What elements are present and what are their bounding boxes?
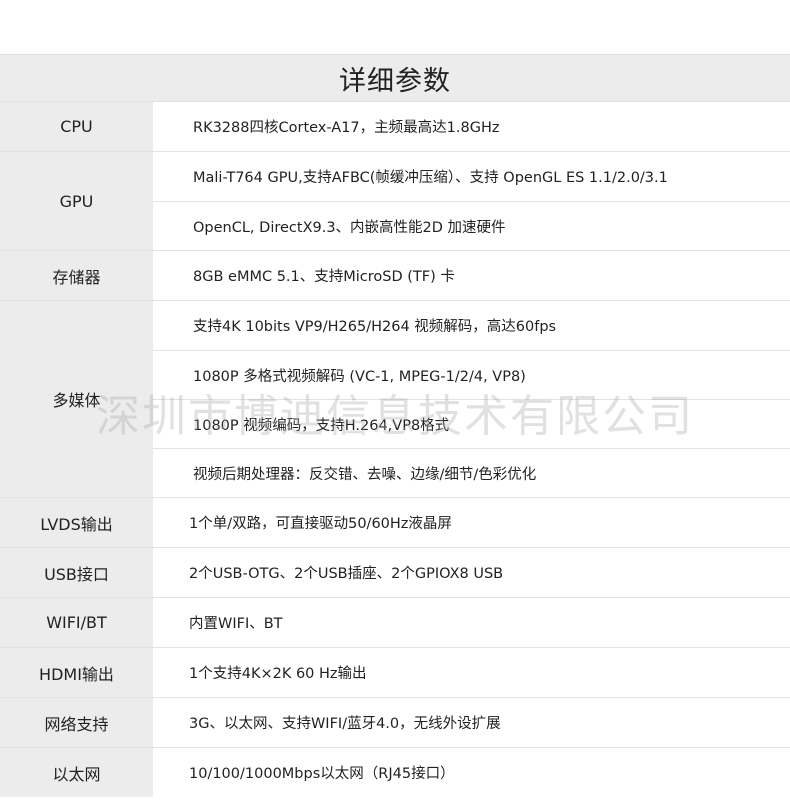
spec-values-usb-interface: 2个USB-OTG、2个USB插座、2个GPIOX8 USB (153, 548, 790, 597)
spec-row-usb-interface: USB接口 2个USB-OTG、2个USB插座、2个GPIOX8 USB (0, 547, 790, 597)
spec-values-cpu: RK3288四核Cortex-A17，主频最高达1.8GHz (153, 102, 790, 151)
spec-row-wifi-bt: WIFI/BT 内置WIFI、BT (0, 597, 790, 647)
spec-label-lvds-output: LVDS输出 (0, 498, 153, 547)
top-blank-area (0, 0, 790, 54)
spec-value-line: 1个单/双路，可直接驱动50/60Hz液晶屏 (189, 516, 452, 532)
spec-value-line: 1080P 多格式视频解码 (VC-1, MPEG-1/2/4, VP8) (153, 350, 790, 399)
spec-row-lvds-output: LVDS输出 1个单/双路，可直接驱动50/60Hz液晶屏 (0, 497, 790, 547)
spec-label-wifi-bt: WIFI/BT (0, 598, 153, 647)
spec-label-usb-interface: USB接口 (0, 548, 153, 597)
spec-values-wifi-bt: 内置WIFI、BT (153, 598, 790, 647)
spec-values-multimedia: 支持4K 10bits VP9/H265/H264 视频解码，高达60fps 10… (153, 301, 790, 497)
spec-row-network-support: 网络支持 3G、以太网、支持WIFI/蓝牙4.0，无线外设扩展 (0, 697, 790, 747)
spec-values-storage: 8GB eMMC 5.1、支持MicroSD (TF) 卡 (153, 251, 790, 300)
spec-table: CPU RK3288四核Cortex-A17，主频最高达1.8GHz GPU Mali… (0, 101, 790, 797)
spec-label-ethernet: 以太网 (0, 748, 153, 797)
spec-label-multimedia: 多媒体 (0, 301, 153, 497)
spec-label-storage: 存储器 (0, 251, 153, 300)
spec-values-gpu: Mali-T764 GPU,支持AFBC(帧缓冲压缩）、支持 OpenGL ES… (153, 152, 790, 250)
spec-label-cpu: CPU (0, 102, 153, 151)
spec-table-title: 详细参数 (0, 54, 790, 101)
spec-value-line: 1个支持4K×2K 60 Hz输出 (189, 666, 367, 682)
spec-values-lvds-output: 1个单/双路，可直接驱动50/60Hz液晶屏 (153, 498, 790, 547)
spec-row-storage: 存储器 8GB eMMC 5.1、支持MicroSD (TF) 卡 (0, 250, 790, 300)
spec-row-multimedia: 多媒体 支持4K 10bits VP9/H265/H264 视频解码，高达60fp… (0, 300, 790, 497)
spec-value-line: 2个USB-OTG、2个USB插座、2个GPIOX8 USB (189, 566, 504, 582)
spec-values-ethernet: 10/100/1000Mbps以太网（RJ45接口） (153, 748, 790, 797)
spec-row-cpu: CPU RK3288四核Cortex-A17，主频最高达1.8GHz (0, 101, 790, 151)
spec-label-hdmi-output: HDMI输出 (0, 648, 153, 697)
spec-row-gpu: GPU Mali-T764 GPU,支持AFBC(帧缓冲压缩）、支持 OpenGL… (0, 151, 790, 250)
spec-values-hdmi-output: 1个支持4K×2K 60 Hz输出 (153, 648, 790, 697)
spec-row-hdmi-output: HDMI输出 1个支持4K×2K 60 Hz输出 (0, 647, 790, 697)
spec-row-ethernet: 以太网 10/100/1000Mbps以太网（RJ45接口） (0, 747, 790, 797)
spec-value-line: 3G、以太网、支持WIFI/蓝牙4.0，无线外设扩展 (189, 716, 501, 732)
spec-value-line: 10/100/1000Mbps以太网（RJ45接口） (189, 766, 455, 782)
spec-value-line: 内置WIFI、BT (189, 616, 283, 632)
spec-value-line: 视频后期处理器：反交错、去噪、边缘/细节/色彩优化 (153, 448, 790, 497)
spec-label-gpu: GPU (0, 152, 153, 250)
spec-value-line: OpenCL, DirectX9.3、内嵌高性能2D 加速硬件 (153, 201, 790, 250)
spec-value-line: 8GB eMMC 5.1、支持MicroSD (TF) 卡 (193, 269, 455, 285)
spec-label-network-support: 网络支持 (0, 698, 153, 747)
spec-value-line: Mali-T764 GPU,支持AFBC(帧缓冲压缩）、支持 OpenGL ES… (193, 170, 668, 186)
spec-values-network-support: 3G、以太网、支持WIFI/蓝牙4.0，无线外设扩展 (153, 698, 790, 747)
spec-value-line: 1080P 视频编码，支持H.264,VP8格式 (153, 399, 790, 448)
spec-value-line: 支持4K 10bits VP9/H265/H264 视频解码，高达60fps (193, 319, 557, 335)
spec-value-line: RK3288四核Cortex-A17，主频最高达1.8GHz (193, 120, 500, 136)
